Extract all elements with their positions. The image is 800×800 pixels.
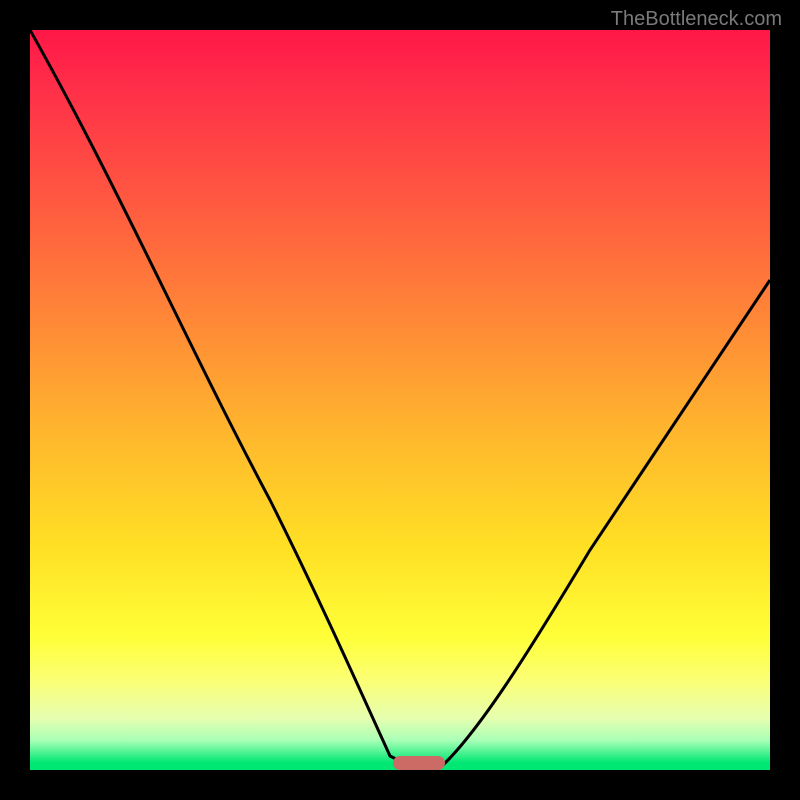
chart-plot-area — [30, 30, 770, 770]
chart-curve-svg — [30, 30, 770, 770]
watermark-text: TheBottleneck.com — [611, 8, 782, 31]
optimal-range-marker — [393, 756, 445, 770]
bottleneck-curve-right — [442, 280, 770, 766]
bottleneck-curve-left — [30, 30, 410, 766]
